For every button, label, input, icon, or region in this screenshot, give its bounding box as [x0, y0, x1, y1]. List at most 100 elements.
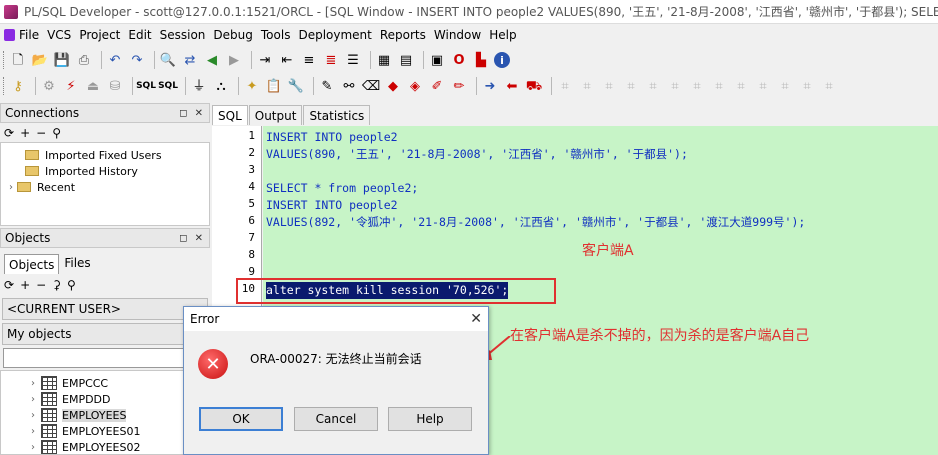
dialog-title-bar[interactable]: Error ✕: [184, 307, 488, 331]
rollback-icon[interactable]: ⏚: [190, 77, 208, 95]
find-icon[interactable]: 🔍: [159, 51, 177, 69]
comment-icon[interactable]: ☰: [344, 51, 362, 69]
chevron-right-icon[interactable]: ›: [31, 378, 35, 389]
list-item[interactable]: › EMPLOYEES02: [31, 439, 140, 454]
clipboard-icon[interactable]: 📋: [265, 77, 283, 95]
replace-icon[interactable]: ⇄: [181, 51, 199, 69]
binoculars-icon[interactable]: ⚯: [340, 77, 358, 95]
commit-icon[interactable]: ⛁: [106, 77, 124, 95]
uncomment-icon[interactable]: ▦: [375, 51, 393, 69]
chevron-right-icon[interactable]: ›: [31, 426, 35, 437]
menu-project[interactable]: Project: [75, 25, 124, 45]
add-icon[interactable]: +: [20, 278, 30, 292]
tab-sql[interactable]: SQL: [212, 105, 248, 125]
refresh-icon[interactable]: ⟳: [4, 278, 14, 292]
disabled-tool-icon[interactable]: ⌗: [622, 77, 640, 95]
list-item[interactable]: › EMPLOYEES01: [31, 423, 140, 439]
chevron-right-icon[interactable]: ›: [9, 182, 13, 193]
disabled-tool-icon[interactable]: ⌗: [644, 77, 662, 95]
lowercase-icon[interactable]: ≣: [322, 51, 340, 69]
list-item[interactable]: › EMPDDD: [31, 391, 111, 407]
tree-item-recent[interactable]: › Recent: [9, 179, 75, 195]
pencil-icon[interactable]: ✎: [318, 77, 336, 95]
disabled-tool-icon[interactable]: ⌗: [798, 77, 816, 95]
code-line[interactable]: SELECT * from people2;: [266, 180, 418, 197]
my-objects-select[interactable]: My objects: [2, 323, 208, 345]
menu-session[interactable]: Session: [156, 25, 210, 45]
chevron-right-icon[interactable]: ›: [31, 394, 35, 405]
list-item-selected[interactable]: › EMPLOYEES: [31, 407, 127, 423]
tab-files[interactable]: Files: [59, 253, 95, 273]
debug-icon[interactable]: ⛬: [212, 77, 230, 95]
window-list-icon[interactable]: ▤: [397, 51, 415, 69]
gear-icon[interactable]: ⚙: [40, 77, 58, 95]
tree-item-imported-fixed-users[interactable]: Imported Fixed Users: [15, 147, 162, 163]
tab-output[interactable]: Output: [248, 105, 303, 125]
unindent-icon[interactable]: ⇤: [278, 51, 296, 69]
disabled-tool-icon[interactable]: ⌗: [556, 77, 574, 95]
disabled-tool-icon[interactable]: ⌗: [688, 77, 706, 95]
key-icon[interactable]: ⚷: [9, 77, 27, 95]
toolbar-gripper[interactable]: [3, 77, 6, 95]
chevron-right-icon[interactable]: ›: [31, 410, 35, 421]
oracle-icon[interactable]: O: [450, 51, 468, 69]
ok-button[interactable]: OK: [199, 407, 283, 431]
wrench-icon[interactable]: 🔧: [287, 77, 305, 95]
disabled-tool-icon[interactable]: ⌗: [600, 77, 618, 95]
panel-controls[interactable]: ◻ ✕: [179, 233, 205, 244]
new-icon[interactable]: 🗋: [9, 51, 27, 69]
arrow-right-icon[interactable]: ➜: [481, 77, 499, 95]
eraser-icon[interactable]: ⌫: [362, 77, 380, 95]
menu-deployment[interactable]: Deployment: [294, 25, 375, 45]
redo-icon[interactable]: ↷: [128, 51, 146, 69]
tab-statistics[interactable]: Statistics: [303, 105, 371, 125]
menu-window[interactable]: Window: [430, 25, 485, 45]
stamp-icon[interactable]: ◈: [406, 77, 424, 95]
marker-icon[interactable]: ✏: [450, 77, 468, 95]
menu-debug[interactable]: Debug: [209, 25, 256, 45]
code-line[interactable]: INSERT INTO people2: [266, 197, 398, 214]
filter-icon[interactable]: ⚲: [67, 278, 76, 292]
close-window-icon[interactable]: ▣: [428, 51, 446, 69]
navigate-forward-icon[interactable]: ▶: [225, 51, 243, 69]
disabled-tool-icon[interactable]: ⌗: [820, 77, 838, 95]
print-icon[interactable]: ⎙: [75, 51, 93, 69]
truck-icon[interactable]: ⛟: [525, 77, 543, 95]
menu-tools[interactable]: Tools: [257, 25, 295, 45]
close-icon[interactable]: ✕: [470, 311, 482, 327]
menu-help[interactable]: Help: [485, 25, 520, 45]
execute-icon[interactable]: ⚡: [62, 77, 80, 95]
refresh-icon[interactable]: ⟳: [4, 126, 14, 140]
disabled-tool-icon[interactable]: ⌗: [710, 77, 728, 95]
tree-item-imported-history[interactable]: Imported History: [15, 163, 138, 179]
disabled-tool-icon[interactable]: ⌗: [776, 77, 794, 95]
toolbar-gripper[interactable]: [3, 51, 6, 69]
open-icon[interactable]: 📂: [31, 51, 49, 69]
help-button[interactable]: Help: [388, 407, 472, 431]
filter-icon[interactable]: ⚲: [52, 126, 61, 140]
undo-icon[interactable]: ↶: [106, 51, 124, 69]
menu-edit[interactable]: Edit: [124, 25, 155, 45]
save-icon[interactable]: 💾: [53, 51, 71, 69]
menu-file[interactable]: File: [0, 25, 43, 45]
info-icon[interactable]: i: [494, 52, 510, 68]
object-filter-input[interactable]: [3, 348, 209, 368]
indent-icon[interactable]: ⇥: [256, 51, 274, 69]
menu-reports[interactable]: Reports: [376, 25, 430, 45]
current-user-select[interactable]: <CURRENT USER>: [2, 298, 208, 320]
sql-icon[interactable]: SQL: [136, 77, 156, 95]
disabled-tool-icon[interactable]: ⌗: [754, 77, 772, 95]
book-icon[interactable]: ◆: [384, 77, 402, 95]
add-icon[interactable]: +: [20, 126, 30, 140]
code-line[interactable]: VALUES(892, '令狐冲', '21-8月-2008', '江西省', …: [266, 214, 805, 231]
uppercase-icon[interactable]: ≡: [300, 51, 318, 69]
panel-controls[interactable]: ◻ ✕: [179, 108, 205, 119]
remove-icon[interactable]: −: [36, 126, 46, 140]
disabled-tool-icon[interactable]: ⌗: [578, 77, 596, 95]
disabled-tool-icon[interactable]: ⌗: [666, 77, 684, 95]
pdf-icon[interactable]: ▙: [472, 51, 490, 69]
disabled-tool-icon[interactable]: ⌗: [732, 77, 750, 95]
remove-icon[interactable]: −: [36, 278, 46, 292]
break-icon[interactable]: ⏏: [84, 77, 102, 95]
find-icon[interactable]: ⚳: [52, 278, 61, 292]
